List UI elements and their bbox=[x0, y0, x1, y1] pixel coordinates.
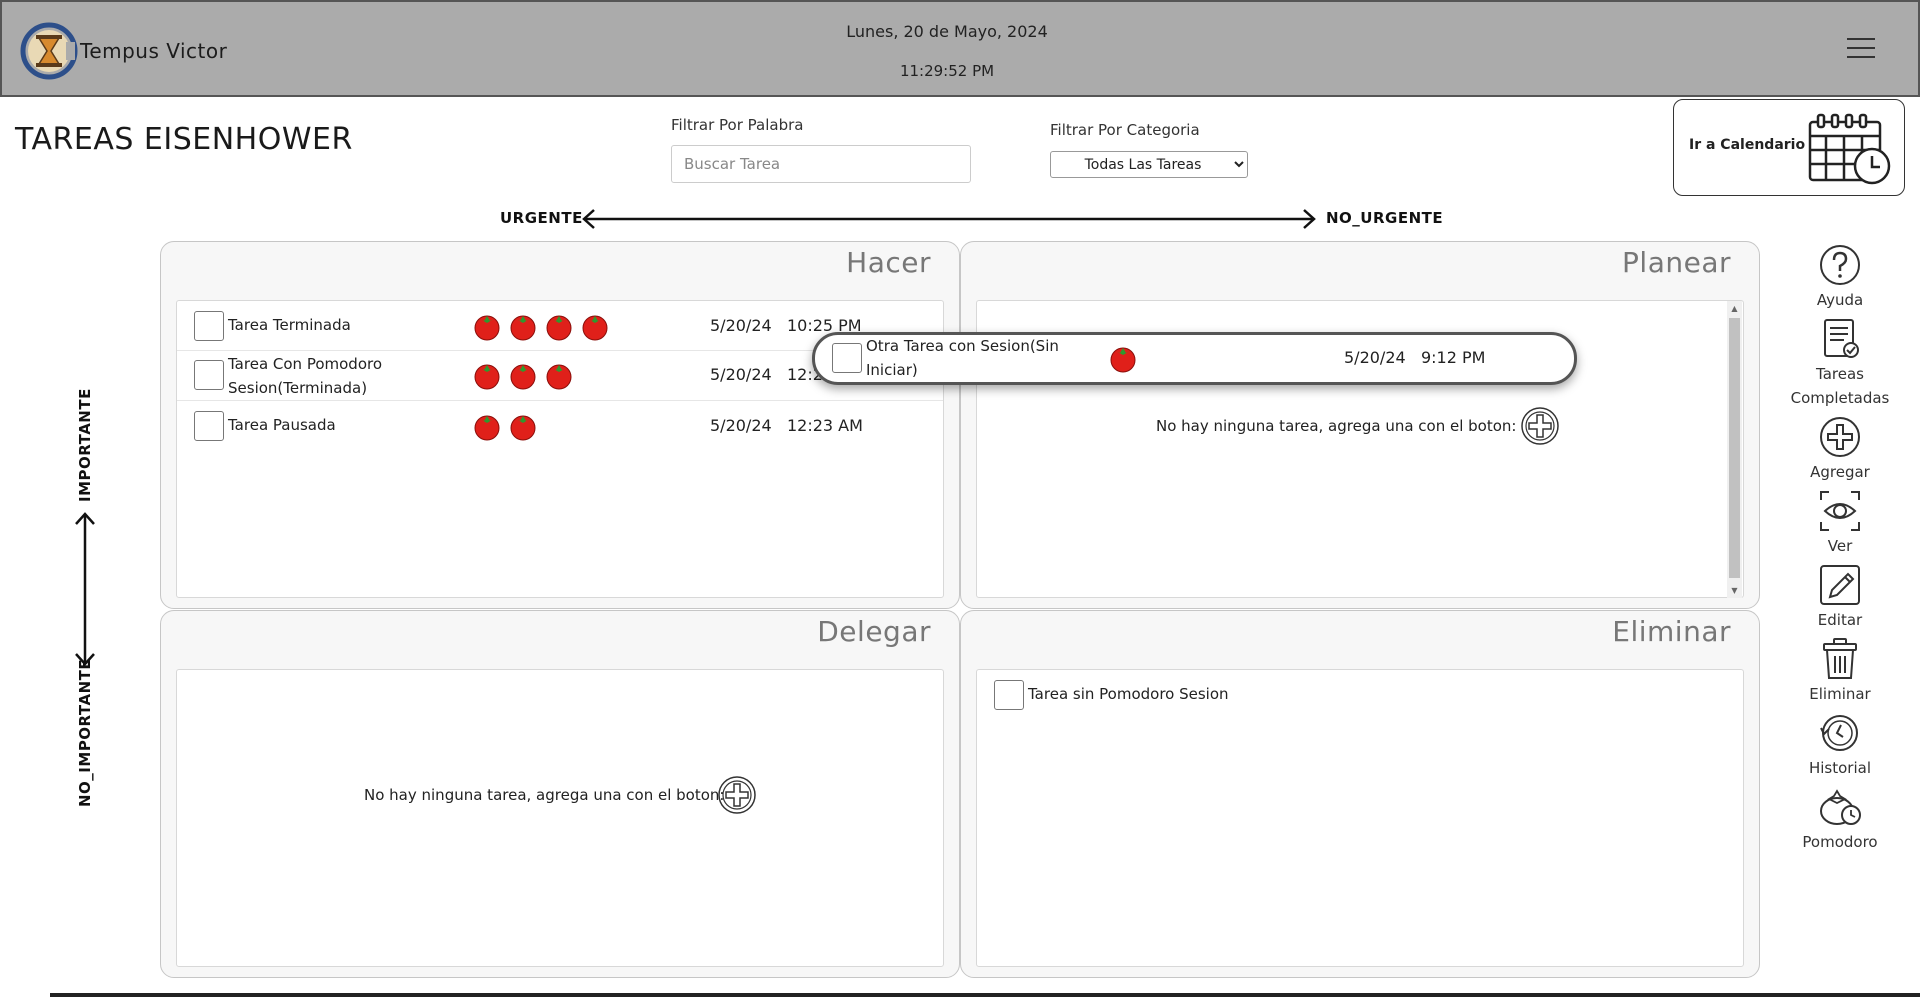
scroll-down-icon[interactable]: ▼ bbox=[1727, 583, 1742, 598]
tomato-icon bbox=[510, 364, 536, 390]
task-row[interactable]: Tarea sin Pomodoro Sesion bbox=[977, 670, 1743, 720]
view-button[interactable]: Ver bbox=[1780, 488, 1900, 558]
app-header: Tempus Victor Lunes, 20 de Mayo, 2024 11… bbox=[0, 0, 1920, 97]
tomato-icon bbox=[582, 315, 608, 341]
edit-icon bbox=[1820, 565, 1860, 605]
pomodoro-count bbox=[471, 410, 539, 442]
quadrant-title: Eliminar bbox=[1612, 615, 1731, 648]
urgent-axis-label: URGENTE bbox=[500, 209, 583, 227]
task-name: Tarea Con Pomodoro Sesion(Terminada) bbox=[228, 355, 383, 397]
category-select[interactable]: Todas Las Tareas bbox=[1050, 151, 1248, 178]
completed-tasks-icon bbox=[1824, 319, 1859, 358]
dragging-task-card[interactable]: Otra Tarea con Sesion(Sin Iniciar) 5/20/… bbox=[812, 332, 1577, 385]
urgency-arrow bbox=[582, 209, 1316, 229]
calendar-clock-icon bbox=[1808, 113, 1891, 185]
edit-button[interactable]: Editar bbox=[1780, 562, 1900, 632]
delete-button[interactable]: Eliminar bbox=[1780, 636, 1900, 706]
tool-label: Historial bbox=[1808, 759, 1871, 777]
quadrant-title: Hacer bbox=[846, 246, 931, 279]
task-name: Tarea Terminada bbox=[228, 316, 351, 334]
tool-label: Pomodoro bbox=[1802, 833, 1878, 851]
help-icon bbox=[1820, 245, 1860, 285]
tool-label: Ver bbox=[1827, 537, 1853, 555]
tomato-icon bbox=[546, 315, 572, 341]
calendar-button-label: Ir a Calendario bbox=[1689, 137, 1806, 153]
add-task-icon[interactable] bbox=[1520, 406, 1560, 446]
hamburger-menu-icon[interactable] bbox=[1847, 38, 1875, 62]
tool-label: Eliminar bbox=[1809, 685, 1871, 703]
task-name: Tarea sin Pomodoro Sesion bbox=[1028, 685, 1229, 703]
tomato-icon bbox=[474, 315, 500, 341]
tomato-icon bbox=[1110, 347, 1136, 373]
plan-scrollbar[interactable]: ▲ ▼ bbox=[1727, 301, 1742, 598]
scrollbar-thumb[interactable] bbox=[1729, 318, 1740, 578]
quadrant-eliminate: Eliminar Tarea sin Pomodoro Sesion bbox=[960, 610, 1760, 978]
quadrant-do: Hacer Tarea Terminada 5/20/24 10:25 PM T… bbox=[160, 241, 960, 609]
scroll-up-icon[interactable]: ▲ bbox=[1727, 301, 1742, 316]
quadrant-title: Delegar bbox=[817, 615, 931, 648]
pomodoro-icon bbox=[1820, 789, 1861, 825]
calendar-button[interactable]: Ir a Calendario bbox=[1673, 99, 1905, 196]
important-axis-label: IMPORTANTE bbox=[76, 388, 94, 502]
task-name: Otra Tarea con Sesion(Sin Iniciar) bbox=[866, 337, 1059, 379]
tool-label: Ayuda bbox=[1816, 291, 1864, 309]
eye-icon bbox=[1820, 491, 1860, 531]
not-important-axis-label: NO_IMPORTANTE bbox=[76, 658, 94, 807]
word-filter-label: Filtrar Por Palabra bbox=[671, 116, 804, 134]
pomodoro-count bbox=[471, 359, 575, 391]
add-task-icon[interactable] bbox=[717, 775, 757, 815]
task-checkbox[interactable] bbox=[194, 311, 224, 341]
tomato-icon bbox=[474, 364, 500, 390]
task-date: 5/20/24 9:12 PM bbox=[1344, 348, 1486, 367]
category-filter-label: Filtrar Por Categoria bbox=[1050, 121, 1200, 139]
page-title: TAREAS EISENHOWER bbox=[15, 122, 353, 157]
add-button[interactable]: Agregar bbox=[1780, 414, 1900, 484]
task-list: Tarea sin Pomodoro Sesion bbox=[976, 669, 1744, 967]
empty-message: No hay ninguna tarea, agrega una con el … bbox=[1156, 417, 1517, 435]
tomato-icon bbox=[510, 315, 536, 341]
tool-label: Editar bbox=[1817, 611, 1863, 629]
task-row[interactable]: Tarea Pausada 5/20/24 12:23 AM bbox=[177, 401, 943, 451]
app-title: Tempus Victor bbox=[80, 39, 228, 63]
task-list: No hay ninguna tarea, agrega una con el … bbox=[176, 669, 944, 967]
quadrant-plan: Planear No hay ninguna tarea, agrega una… bbox=[960, 241, 1760, 609]
help-button[interactable]: Ayuda bbox=[1780, 242, 1900, 312]
pomodoro-button[interactable]: Pomodoro bbox=[1780, 784, 1900, 854]
tomato-icon bbox=[474, 415, 500, 441]
task-checkbox[interactable] bbox=[994, 680, 1024, 710]
trash-icon bbox=[1823, 638, 1857, 679]
tool-label: Tareas Completadas bbox=[1790, 365, 1890, 407]
completed-tasks-button[interactable]: Tareas Completadas bbox=[1780, 316, 1900, 410]
not-urgent-axis-label: NO_URGENTE bbox=[1326, 209, 1444, 227]
current-date: Lunes, 20 de Mayo, 2024 bbox=[846, 22, 1048, 41]
current-time: 11:29:52 PM bbox=[899, 62, 995, 80]
task-checkbox[interactable] bbox=[194, 360, 224, 390]
importance-arrow bbox=[75, 512, 95, 666]
tool-label: Agregar bbox=[1810, 463, 1870, 481]
quadrant-title: Planear bbox=[1622, 246, 1731, 279]
task-checkbox[interactable] bbox=[194, 411, 224, 441]
task-name: Tarea Pausada bbox=[228, 416, 336, 434]
empty-message: No hay ninguna tarea, agrega una con el … bbox=[364, 786, 725, 804]
bottom-divider bbox=[50, 993, 1920, 997]
history-icon bbox=[1820, 715, 1858, 751]
history-button[interactable]: Historial bbox=[1780, 710, 1900, 780]
pomodoro-count bbox=[471, 310, 611, 342]
quadrant-delegate: Delegar No hay ninguna tarea, agrega una… bbox=[160, 610, 960, 978]
add-icon bbox=[1820, 417, 1860, 457]
task-date: 5/20/24 12:23 AM bbox=[710, 416, 863, 435]
tomato-icon bbox=[510, 415, 536, 441]
search-input[interactable] bbox=[671, 145, 971, 183]
task-checkbox[interactable] bbox=[832, 343, 862, 373]
tomato-icon bbox=[546, 364, 572, 390]
